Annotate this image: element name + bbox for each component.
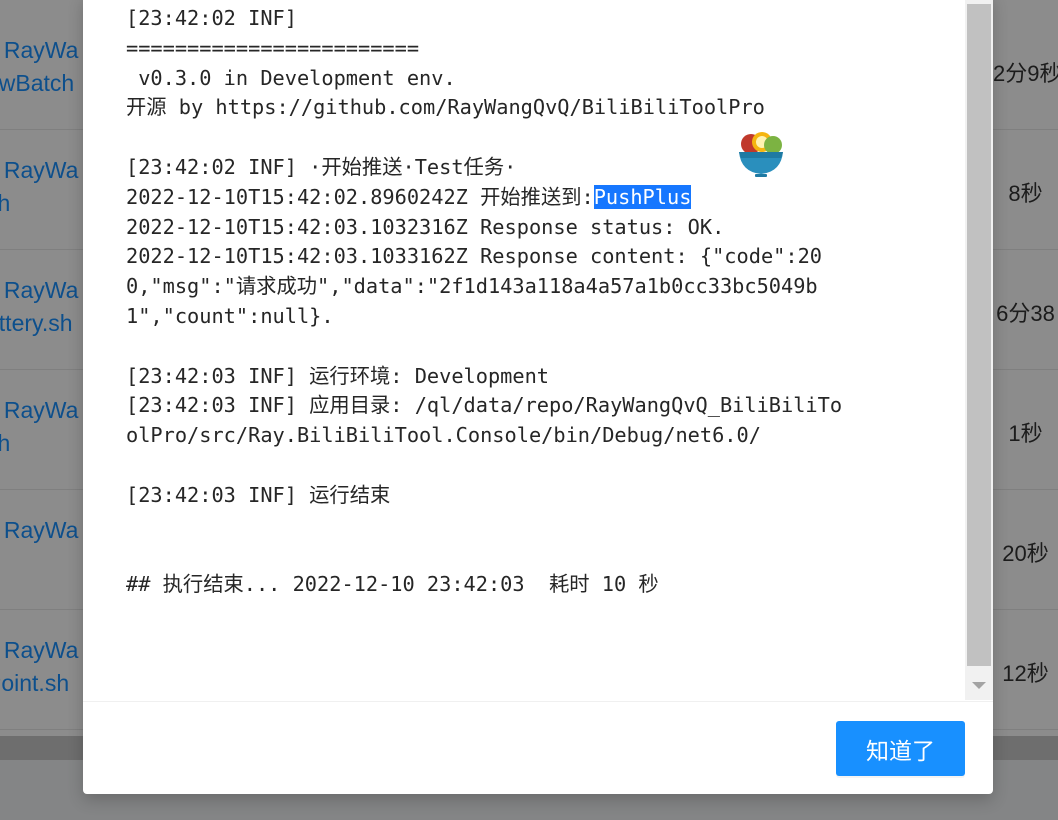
log-line: v0.3.0 in Development env. — [126, 65, 456, 90]
log-line: [23:42:02 INF] — [126, 6, 297, 30]
log-modal: [23:42:02 INF] ======================== v… — [83, 0, 993, 794]
log-line: [23:42:02 INF] ·开始推送·Test任务· — [126, 154, 517, 179]
selected-text: PushPlus — [593, 184, 692, 209]
log-line: 0,"msg":"请求成功","data":"2f1d143a118a4a57a… — [126, 274, 818, 299]
log-line: olPro/src/Ray.BiliBiliTool.Console/bin/D… — [126, 423, 761, 448]
log-line: ## 执行结束... 2022-12-10 23:42:03 耗时 10 秒 — [126, 572, 659, 597]
vertical-scrollbar[interactable] — [965, 0, 993, 700]
food-bowl-icon — [739, 132, 783, 177]
log-line: ======================== — [126, 35, 420, 60]
log-line: 1","count":null}. — [126, 303, 334, 328]
scroll-down-arrow-icon[interactable] — [965, 676, 993, 694]
log-line: [23:42:03 INF] 运行结束 — [126, 482, 391, 507]
ok-button[interactable]: 知道了 — [836, 721, 965, 776]
modal-footer: 知道了 — [83, 701, 993, 794]
log-line: 2022-12-10T15:42:03.1032316Z Response st… — [126, 214, 725, 239]
scrollbar-thumb[interactable] — [967, 4, 991, 666]
log-line-text: 2022-12-10T15:42:02.8960242Z 开始推送到: — [126, 184, 594, 209]
log-line: 开源 by https://github.com/RayWangQvQ/Bili… — [126, 95, 765, 120]
log-line: [23:42:03 INF] 运行环境: Development — [126, 363, 550, 388]
log-line: 2022-12-10T15:42:03.1033162Z Response co… — [126, 244, 822, 269]
log-content-area[interactable]: [23:42:02 INF] ======================== v… — [83, 0, 965, 700]
log-output: [23:42:02 INF] ======================== v… — [126, 4, 926, 600]
log-line: [23:42:03 INF] 应用目录: /ql/data/repo/RayWa… — [126, 393, 843, 418]
log-line-pushplus: 2022-12-10T15:42:02.8960242Z 开始推送到:PushP… — [126, 183, 926, 213]
